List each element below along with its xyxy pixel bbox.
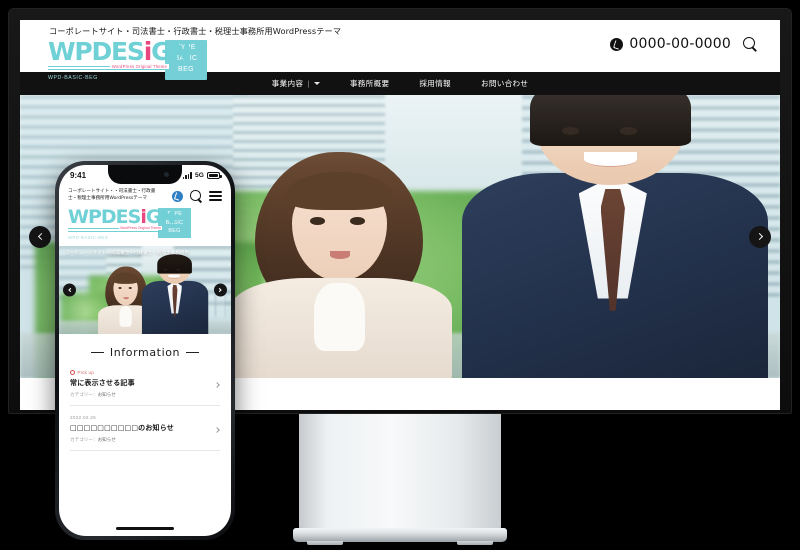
site-logo[interactable]: WPDESiGN WordPress Original Theme WPD-BA… xyxy=(48,39,207,81)
phone-site-header: コーポレートサイト・・司法書士・行政書士・税理士事務所用WordPressテーマ xyxy=(59,186,231,207)
nav-item-services[interactable]: 事業内容 | xyxy=(272,78,320,89)
phone-notch xyxy=(108,165,182,184)
phone-logo-subtitle-left: WPD-BASIC-BEG xyxy=(68,235,109,241)
phone-logo-word-part-a: WPDES xyxy=(68,206,141,229)
news-category-value: お知らせ xyxy=(97,393,116,399)
phone-site-logo[interactable]: WPDESiGN WordPress Original Theme WPD-BA… xyxy=(59,207,231,246)
logo-wordmark: WPDESiGN xyxy=(48,37,191,66)
pickup-label: Pick up xyxy=(77,370,94,376)
monitor-stand-foot xyxy=(293,528,507,545)
phone-logo-wordmark: WPDESiGN xyxy=(68,206,176,229)
nav-item-about-label: 事務所概要 xyxy=(349,79,390,88)
information-section: Information Pick up 常に表示させる記事 カテゴリー：お知らせ… xyxy=(59,334,231,452)
information-heading: Information xyxy=(70,346,220,359)
news-category-value: お知らせ xyxy=(97,438,116,444)
chevron-down-icon xyxy=(313,82,320,85)
information-heading-label: Information xyxy=(109,346,181,360)
phone-home-indicator[interactable] xyxy=(116,527,174,530)
status-bar-indicators: 5G xyxy=(182,172,222,179)
mobile-phone-mockup: 9:41 5G コーポレートサイト・・司法書士・行政書士・税理士事務所用Word… xyxy=(55,161,235,540)
monitor-stand-neck xyxy=(299,414,501,532)
logo-word-i: i xyxy=(143,37,153,66)
news-date: 2022.02.26 xyxy=(70,415,96,421)
chevron-right-icon xyxy=(217,288,222,293)
news-title: □□□□□□□□□□のお知らせ xyxy=(70,424,174,433)
nav-item-services-label: 事業内容 xyxy=(271,79,304,88)
heading-dash-left xyxy=(90,352,104,354)
news-category: カテゴリー：お知らせ xyxy=(70,392,220,398)
phone-site-tagline: コーポレートサイト・・司法書士・行政書士・税理士事務所用WordPressテーマ xyxy=(68,189,156,201)
signal-bars-icon xyxy=(182,172,192,179)
phone-logo-rules: WordPress Original Theme xyxy=(68,226,163,235)
search-icon[interactable] xyxy=(743,36,758,52)
logo-rules: WordPress Original Theme xyxy=(48,64,171,74)
battery-icon xyxy=(207,172,222,179)
status-bar-time: 9:41 xyxy=(70,171,87,180)
news-category-label: カテゴリー： xyxy=(70,393,98,399)
carousel-prev-button[interactable] xyxy=(29,225,51,248)
phone-logo-mark: WPDESiGN WordPress Original Theme WPD-BA… xyxy=(68,206,176,241)
phone-header-icons xyxy=(172,189,222,202)
chevron-left-icon xyxy=(68,288,73,293)
nav-item-contact-label: お問い合わせ xyxy=(480,79,529,88)
network-label: 5G xyxy=(195,172,204,179)
screenshot-stage: コーポレートサイト・司法書士・行政書士・税理士事務所用WordPressテーマ … xyxy=(0,0,800,550)
news-title: 常に表示させる記事 xyxy=(70,379,135,388)
heading-dash-right xyxy=(186,352,200,354)
nav-item-recruit-label: 採用情報 xyxy=(419,79,451,88)
nav-item-about[interactable]: 事務所概要 xyxy=(350,78,389,89)
phone-logo-word-part-b: GN xyxy=(145,206,176,229)
site-tagline: コーポレートサイト・司法書士・行政書士・税理士事務所用WordPressテーマ xyxy=(49,26,342,36)
search-icon[interactable] xyxy=(190,190,202,202)
phone-hero-photo-business-people xyxy=(59,246,231,335)
phone-number: 0000-00-0000 xyxy=(629,36,731,52)
news-category-label: カテゴリー： xyxy=(70,438,98,444)
logo-word-part-a: WPDES xyxy=(48,37,145,66)
site-header: コーポレートサイト・司法書士・行政書士・税理士事務所用WordPressテーマ … xyxy=(20,20,780,81)
nav-item-recruit[interactable]: 採用情報 xyxy=(419,78,451,89)
nav-item-contact[interactable]: お問い合わせ xyxy=(481,78,528,89)
carousel-next-button[interactable] xyxy=(749,225,771,248)
chevron-left-icon xyxy=(37,232,45,241)
pickup-ring-icon xyxy=(70,370,75,376)
type-badge-line-3: BEG xyxy=(178,65,194,73)
nav-separator: | xyxy=(307,79,310,88)
phone-icon xyxy=(610,37,624,51)
logo-subtitle-left: WPD-BASIC-BEG xyxy=(48,75,98,81)
news-category: カテゴリー：お知らせ xyxy=(70,437,220,443)
pickup-badge: Pick up xyxy=(70,370,220,376)
header-telephone[interactable]: 0000-00-0000 xyxy=(610,36,731,52)
hamburger-menu-icon[interactable] xyxy=(209,191,222,201)
phone-screen: 9:41 5G コーポレートサイト・・司法書士・行政書士・税理士事務所用Word… xyxy=(59,165,231,536)
logo-subtitle-right: WordPress Original Theme xyxy=(109,64,169,69)
list-item[interactable]: Pick up 常に表示させる記事 カテゴリー：お知らせ xyxy=(70,370,220,407)
logo-mark: WPDESiGN WordPress Original Theme WPD-BA… xyxy=(48,37,191,81)
phone-hero-caption: コーポレートサイト・司法書士・行政書士・税理士事務所用 xyxy=(65,251,190,257)
phone-carousel-prev-button[interactable] xyxy=(63,283,76,297)
phone-icon[interactable] xyxy=(172,190,183,202)
phone-hero-carousel: コーポレートサイト・司法書士・行政書士・税理士事務所用 xyxy=(59,246,231,335)
phone-logo-subtitle-right: WordPress Original Theme xyxy=(119,226,162,231)
logo-word-part-b: GN xyxy=(151,37,191,66)
phone-carousel-next-button[interactable] xyxy=(214,283,227,297)
list-item[interactable]: 2022.02.26 □□□□□□□□□□のお知らせ カテゴリー：お知らせ xyxy=(70,415,220,452)
header-right-group: 0000-00-0000 xyxy=(610,36,758,52)
chevron-right-icon xyxy=(755,232,763,241)
